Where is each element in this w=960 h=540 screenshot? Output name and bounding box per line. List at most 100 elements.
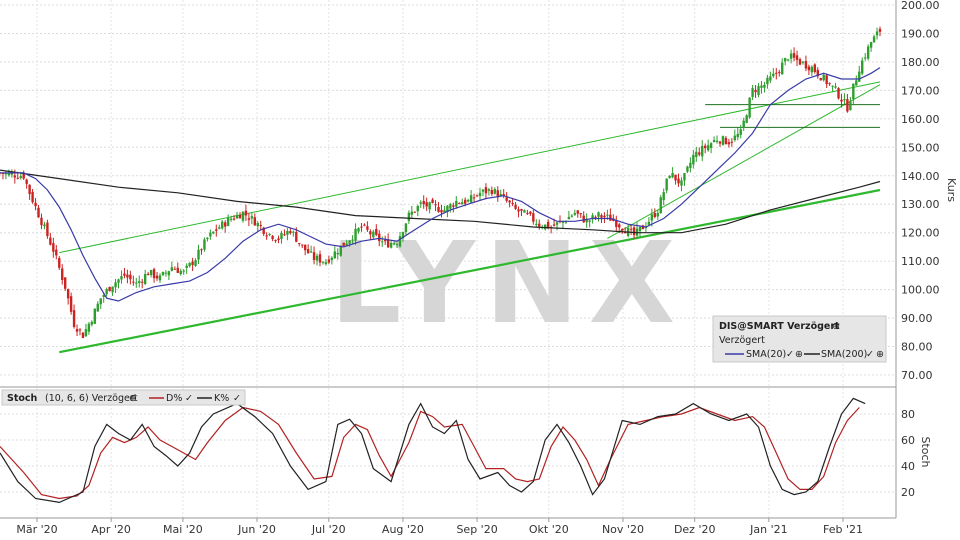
candle-body — [727, 142, 731, 145]
candle-body — [173, 268, 177, 270]
price-tick-label: 130.00 — [901, 198, 940, 211]
price-panel: LYNX 70.0080.0090.00100.00110.00120.0013… — [0, 0, 958, 518]
candle-body — [179, 270, 182, 275]
candle-body — [872, 36, 876, 43]
candle-body — [342, 242, 345, 246]
candle-body — [869, 42, 873, 48]
candle-body — [360, 226, 363, 228]
legend-sma20-gear-icon[interactable]: ⊕ — [795, 349, 803, 360]
stoch-legend-params: (10, 6, 6) Verzögert — [45, 393, 138, 404]
candle-body — [327, 259, 331, 263]
candle-body — [419, 202, 422, 204]
candle-body — [650, 214, 654, 221]
candle-body — [689, 162, 692, 168]
stoch-k-label: K% — [214, 393, 229, 404]
legend-sma20-check-icon[interactable]: ✓ — [786, 349, 794, 360]
candle-body — [458, 203, 461, 205]
candle-body — [858, 71, 861, 82]
candle-body — [303, 244, 307, 251]
candle-body — [58, 258, 61, 268]
candle-body — [250, 216, 254, 219]
candle-body — [576, 210, 579, 214]
candle-body — [846, 99, 849, 112]
candle-body — [552, 224, 556, 226]
candle-body — [61, 268, 64, 280]
candle-body — [218, 227, 221, 229]
candle-body — [407, 212, 411, 221]
candle-body — [736, 133, 739, 138]
x-axis: Mär '20 Apr '20 Mai '20 Jun '20 Jul '20 Aug '… — [16, 518, 863, 536]
candle-body — [487, 189, 491, 191]
candle-body — [849, 101, 852, 110]
price-tick-label: 150.00 — [901, 141, 940, 154]
stoch-axis: 20 40 60 80 — [901, 408, 915, 499]
candle-body — [117, 279, 120, 283]
candle-body — [698, 152, 701, 155]
candle-body — [543, 224, 547, 230]
price-tick-label: 190.00 — [901, 27, 940, 40]
candle-body — [37, 207, 40, 218]
candle-body — [647, 221, 651, 225]
candle-body — [606, 214, 609, 216]
candle-body — [188, 262, 191, 267]
candle-body — [733, 135, 737, 141]
candle-body — [306, 249, 310, 254]
candle-body — [241, 211, 245, 221]
candle-body — [526, 212, 529, 214]
price-tick-label: 170.00 — [901, 84, 940, 97]
candle-body — [13, 175, 17, 178]
candle-body — [538, 223, 541, 227]
candle-body — [49, 237, 52, 245]
candle-body — [668, 175, 671, 179]
candle-body — [703, 145, 707, 149]
legend-symbol-gear-icon[interactable]: ⊕ — [832, 321, 840, 332]
candle-body — [235, 214, 239, 219]
candle-body — [238, 214, 242, 219]
price-axis-title: Kurs — [945, 178, 958, 202]
candle-body — [96, 303, 99, 312]
candle-body — [695, 151, 698, 157]
candle-body — [164, 272, 168, 274]
legend-sma200-gear-icon[interactable]: ⊕ — [876, 349, 884, 360]
candle-body — [286, 230, 289, 235]
candle-body — [555, 222, 559, 225]
stoch-d-check-icon[interactable]: ✓ — [185, 393, 193, 404]
candle-body — [389, 242, 393, 248]
candle-body — [363, 224, 366, 226]
candle-body — [822, 74, 825, 81]
candle-body — [223, 222, 227, 227]
candle-body — [369, 231, 372, 235]
candle-body — [318, 254, 322, 263]
x-tick-label: Sep '20 — [456, 523, 497, 536]
candle-body — [404, 223, 408, 233]
candle-body — [511, 203, 514, 205]
candle-body — [301, 244, 304, 246]
candle-body — [461, 202, 464, 205]
legend-symbol: DIS@SMART Verzögert — [719, 321, 840, 332]
candle-body — [398, 236, 402, 247]
legend-sma200-check-icon[interactable]: ✓ — [866, 349, 874, 360]
candle-body — [149, 270, 153, 276]
candle-body — [632, 227, 636, 236]
candle-body — [742, 120, 745, 128]
candle-body — [271, 235, 274, 240]
candle-body — [819, 78, 822, 81]
candle-body — [701, 145, 704, 157]
candle-body — [505, 197, 508, 201]
candle-body — [795, 55, 799, 61]
candle-body — [40, 217, 43, 226]
stoch-gear-icon[interactable]: ⊕ — [129, 393, 137, 404]
stoch-k-check-icon[interactable]: ✓ — [233, 393, 241, 404]
legend-sma20-label: SMA(20) — [746, 349, 786, 360]
candle-body — [336, 252, 339, 255]
candle-body — [472, 197, 476, 199]
candle-body — [221, 221, 224, 229]
candle-body — [757, 86, 760, 95]
x-tick-label: Apr '20 — [91, 523, 131, 536]
candle-body — [618, 224, 621, 228]
candle-body — [200, 249, 203, 251]
candle-body — [87, 323, 91, 332]
candle-body — [828, 83, 831, 85]
candle-body — [535, 223, 538, 225]
candle-body — [514, 204, 517, 209]
